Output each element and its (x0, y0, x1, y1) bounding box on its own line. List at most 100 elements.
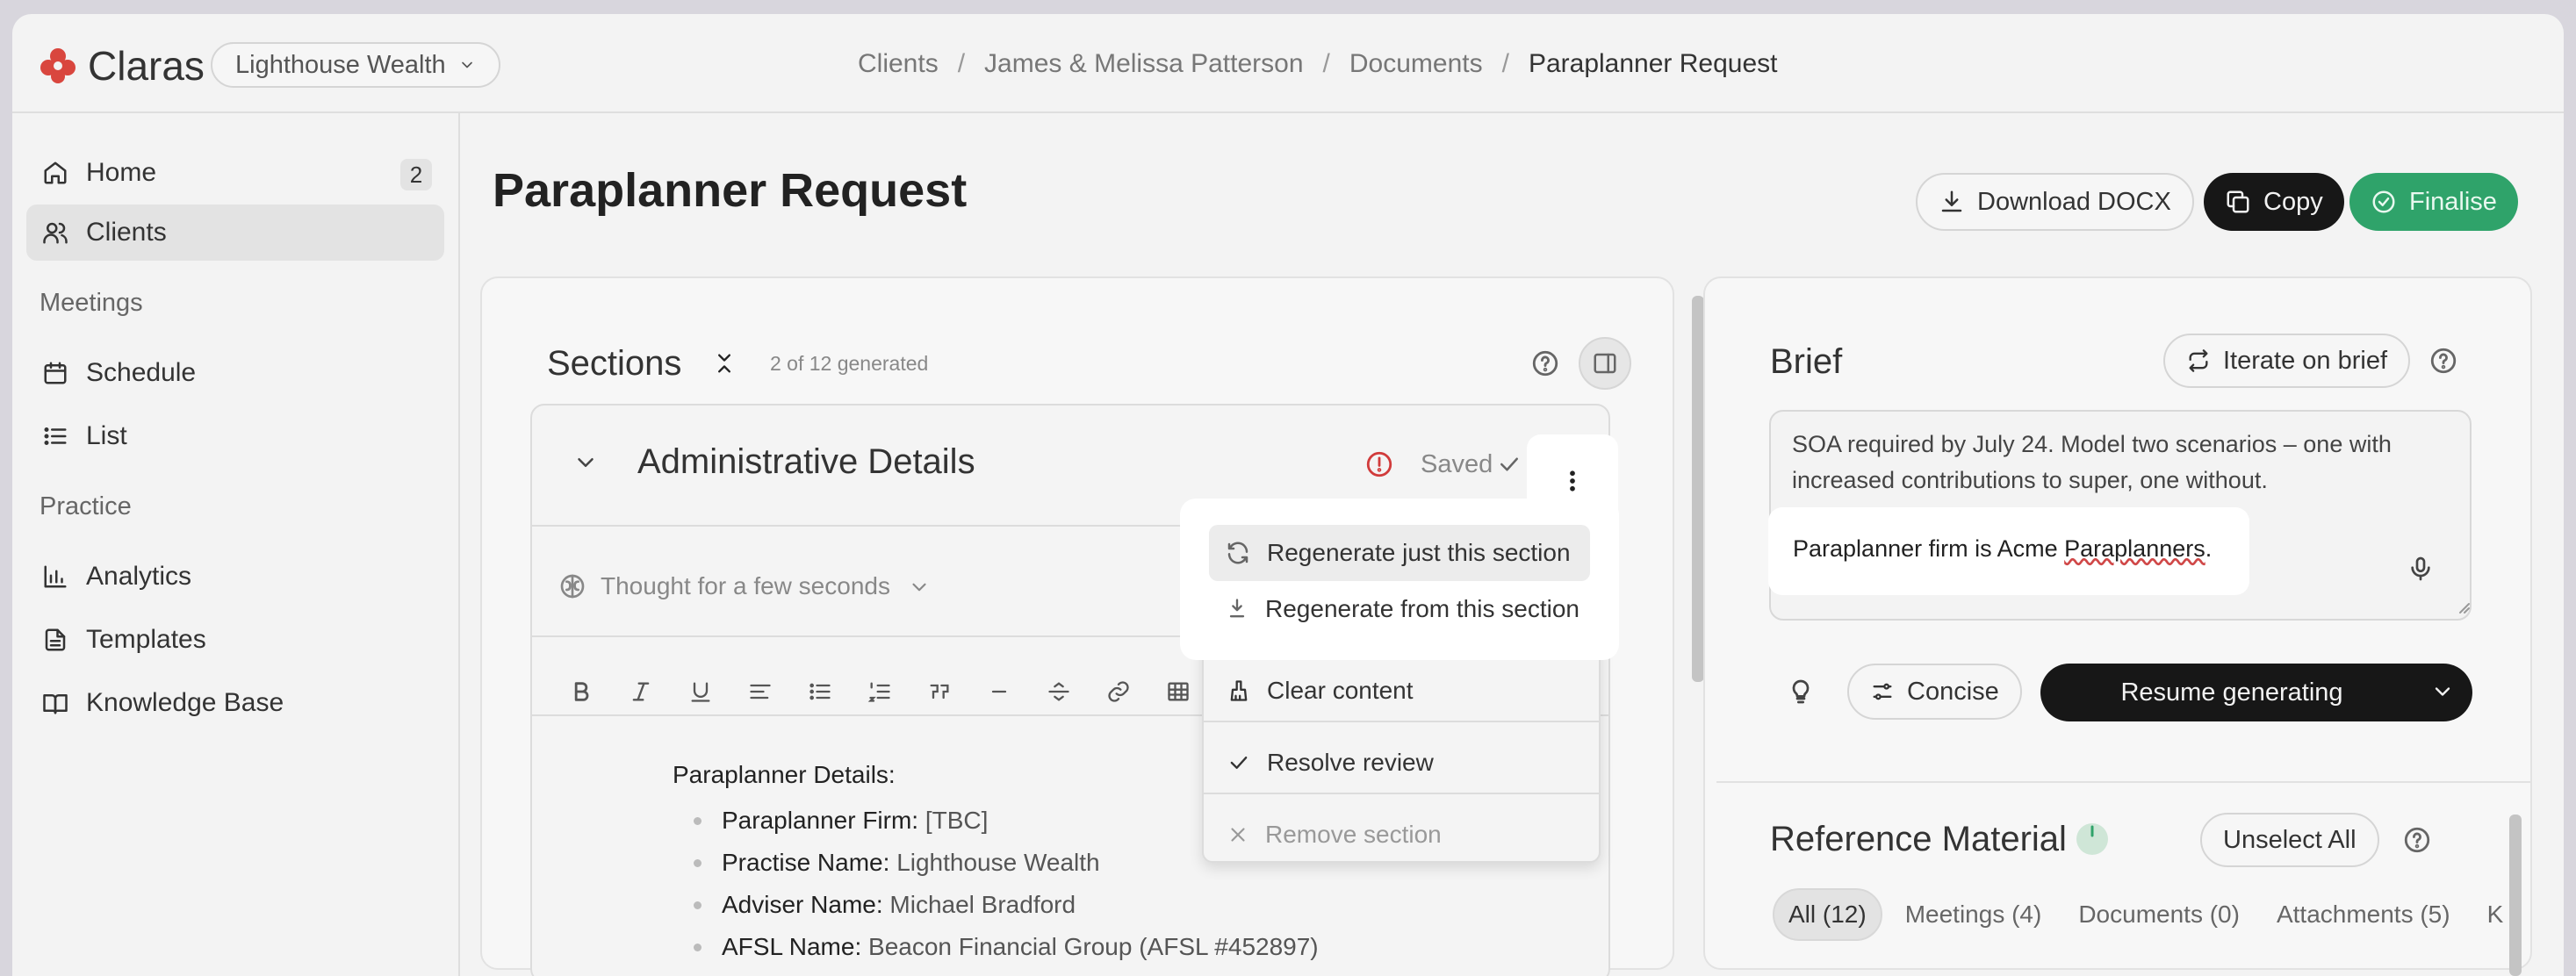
table-icon[interactable] (1161, 674, 1196, 709)
lightbulb-icon[interactable] (1787, 678, 1815, 706)
sections-scrollbar[interactable] (1692, 296, 1704, 682)
tab-all[interactable]: All (12) (1773, 888, 1882, 941)
concise-button[interactable]: Concise (1847, 664, 2022, 720)
link-icon[interactable] (1101, 674, 1136, 709)
sidebar-item-clients[interactable]: Clients (26, 205, 444, 261)
page-title: Paraplanner Request (493, 164, 968, 217)
breadcrumb-separator: / (1322, 49, 1330, 78)
resume-generating-button[interactable]: Resume generating (2040, 664, 2472, 721)
reference-help-button[interactable] (2400, 823, 2434, 857)
finalise-button[interactable]: Finalise (2349, 173, 2518, 231)
breadcrumb-documents[interactable]: Documents (1349, 49, 1483, 79)
users-icon (42, 219, 68, 246)
tab-documents[interactable]: Documents (0) (2064, 888, 2254, 941)
reference-material-title: Reference Material (1770, 820, 2067, 858)
download-docx-label: Download DOCX (1977, 187, 2171, 216)
alert-circle-icon[interactable] (1364, 449, 1394, 479)
field-label: Paraplanner Firm: (722, 807, 919, 834)
sidebar-item-label: Knowledge Base (86, 688, 284, 717)
quote-icon[interactable] (922, 674, 957, 709)
microphone-icon[interactable] (2407, 555, 2435, 583)
collapse-all-icon[interactable] (712, 351, 737, 376)
unselect-all-button[interactable]: Unselect All (2200, 813, 2379, 867)
breadcrumb-clients[interactable]: Clients (858, 49, 939, 79)
chevron-down-icon[interactable] (2430, 679, 2455, 704)
reference-scrollbar[interactable] (2509, 815, 2522, 976)
breadcrumb-separator: / (1501, 49, 1509, 78)
sidebar-item-knowledge-base[interactable]: Knowledge Base (26, 675, 444, 731)
brand-logo[interactable]: Claras (39, 42, 205, 90)
help-circle-icon (1530, 348, 1560, 378)
tab-attachments[interactable]: Attachments (5) (2263, 888, 2464, 941)
align-left-icon[interactable] (743, 674, 778, 709)
brain-icon (558, 572, 586, 600)
resume-generating-label: Resume generating (2120, 678, 2343, 707)
numbered-list-icon[interactable] (862, 674, 897, 709)
list-item: Adviser Name: Michael Bradford (673, 884, 1319, 926)
check-circle-icon (2371, 189, 2397, 215)
bold-icon[interactable] (564, 674, 599, 709)
org-switcher[interactable]: Lighthouse Wealth (211, 42, 500, 88)
repeat-icon (2186, 348, 2211, 373)
reference-tabs: All (12) Meetings (4) Documents (0) Atta… (1773, 888, 2517, 941)
sidebar-item-label: Clients (86, 218, 167, 247)
sidebar-item-list[interactable]: List (26, 408, 444, 464)
sidebar-item-label: Analytics (86, 562, 192, 591)
regenerate-just-this-section-menu-item[interactable]: Regenerate just this section (1209, 525, 1590, 581)
brief-note-punct: . (2205, 535, 2213, 562)
copy-button[interactable]: Copy (2204, 173, 2344, 231)
toggle-panel-button[interactable] (1579, 337, 1631, 390)
regenerate-from-this-section-menu-item[interactable]: Regenerate from this section (1209, 581, 1590, 637)
brand-name: Claras (88, 43, 205, 89)
brief-highlighted-line[interactable]: Paraplanner firm is Acme Paraplanners. (1770, 509, 2248, 593)
italic-icon[interactable] (623, 674, 658, 709)
sidebar-item-templates[interactable]: Templates (26, 612, 444, 668)
field-label: AFSL Name: (722, 933, 862, 960)
more-options-button[interactable] (1552, 461, 1593, 501)
breadcrumb-client[interactable]: James & Melissa Patterson (984, 49, 1303, 79)
strikethrough-icon[interactable] (1041, 674, 1076, 709)
sidebar-item-analytics[interactable]: Analytics (26, 549, 444, 605)
spellcheck-word: Paraplanners (2064, 535, 2205, 562)
regenerate-from-label: Regenerate from this section (1265, 595, 1579, 622)
resolve-review-menu-item[interactable]: Resolve review (1211, 735, 1592, 791)
section-heading-meetings: Meetings (40, 289, 143, 317)
iterate-on-brief-button[interactable]: Iterate on brief (2163, 334, 2410, 388)
sidebar-item-schedule[interactable]: Schedule (26, 345, 444, 401)
remove-section-label: Remove section (1265, 821, 1442, 848)
clear-content-menu-item[interactable]: Clear content (1211, 663, 1592, 719)
sidebar-item-label: List (86, 421, 127, 450)
breadcrumb-separator: / (957, 49, 966, 78)
sidebar-item-label: Home (86, 158, 157, 187)
loading-spinner-icon (2075, 822, 2110, 857)
arrow-down-to-line-icon (1225, 597, 1249, 621)
breadcrumb-current: Paraplanner Request (1528, 49, 1778, 78)
horizontal-rule-icon[interactable] (982, 674, 1017, 709)
sidebar-item-home[interactable]: Home 2 (26, 145, 444, 201)
brief-help-button[interactable] (2427, 344, 2460, 377)
resize-handle-icon[interactable] (2455, 599, 2471, 614)
tab-meetings[interactable]: Meetings (4) (1891, 888, 2056, 941)
check-icon (1496, 451, 1522, 477)
chevron-down-icon[interactable] (908, 576, 931, 599)
download-icon (1939, 189, 1965, 215)
unselect-all-label: Unselect All (2223, 825, 2357, 854)
check-icon (1227, 750, 1251, 775)
copy-label: Copy (2263, 187, 2323, 216)
resolve-review-label: Resolve review (1267, 749, 1434, 776)
remove-section-menu-item: Remove section (1211, 807, 1592, 863)
saved-status: Saved (1421, 450, 1493, 478)
thought-status[interactable]: Thought for a few seconds (601, 572, 890, 600)
breadcrumb: Clients / James & Melissa Patterson / Do… (858, 49, 1777, 79)
generated-count: 2 of 12 generated (770, 352, 929, 375)
section-title: Administrative Details (637, 442, 975, 481)
help-button[interactable] (1528, 346, 1563, 381)
book-open-icon (42, 690, 68, 716)
download-docx-button[interactable]: Download DOCX (1916, 173, 2194, 231)
chevron-down-icon[interactable] (572, 449, 599, 476)
bullet-list-icon[interactable] (802, 674, 838, 709)
brief-title: Brief (1770, 342, 1843, 381)
sidebar-item-label: Schedule (86, 358, 197, 387)
sidebar-panel-icon (1592, 350, 1618, 377)
underline-icon[interactable] (683, 674, 718, 709)
